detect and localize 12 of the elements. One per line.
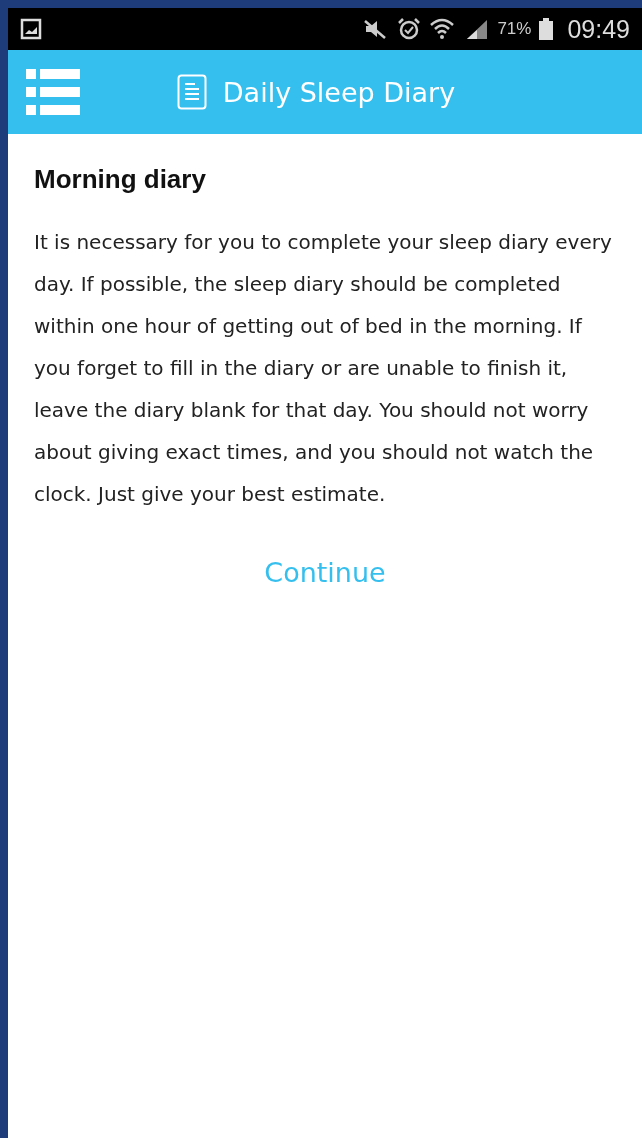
battery-icon xyxy=(539,18,554,40)
battery-percent: 71% xyxy=(497,19,532,39)
continue-button[interactable]: Continue xyxy=(254,551,396,594)
instructions-text: It is necessary for you to complete your sleep diary every day. If possible, the sleep diary should be completed within one hour of getting out of bed in the morning. If you forget to fill in the diary or are unable to finish it, leave the diary blank for that day. You should not worry about giving exact times, and you should not watch the clock. Just give your best estimate. xyxy=(34,229,613,508)
alarm-icon xyxy=(397,17,422,41)
section-heading: Morning diary xyxy=(34,164,207,195)
menu-icon[interactable] xyxy=(26,69,80,115)
image-icon xyxy=(20,18,42,40)
clock-time: 09:49 xyxy=(567,14,630,44)
app-title: Daily Sleep Diary xyxy=(222,76,456,108)
wifi-icon xyxy=(429,17,456,41)
document-icon xyxy=(176,74,207,110)
